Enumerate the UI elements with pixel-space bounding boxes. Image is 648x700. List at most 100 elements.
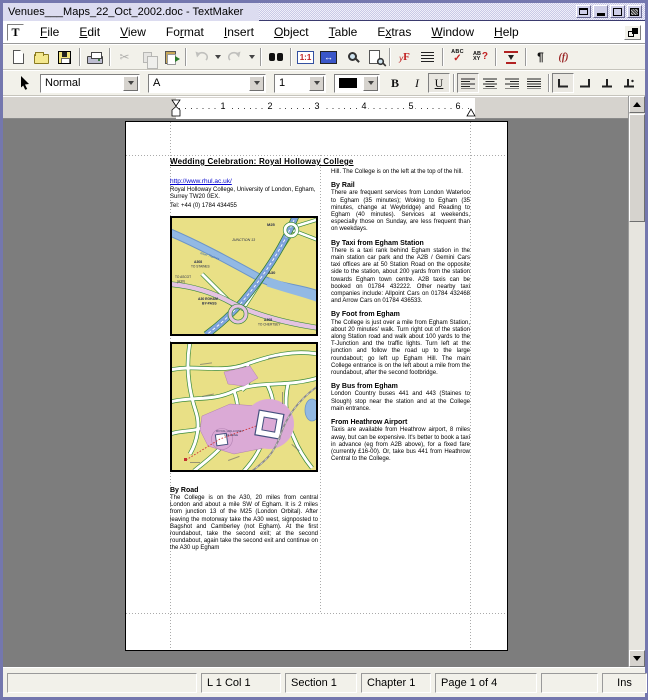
- print-preview-button[interactable]: [363, 46, 386, 68]
- font-dropdown-button[interactable]: [249, 76, 264, 91]
- shade-button[interactable]: [576, 5, 591, 18]
- redo-dropdown-button[interactable]: [246, 46, 257, 68]
- find-button[interactable]: [264, 46, 287, 68]
- paste-button[interactable]: [159, 46, 182, 68]
- status-insert-mode[interactable]: Ins: [602, 673, 647, 693]
- toolbar-separator: [495, 48, 496, 66]
- insert-field-button[interactable]: (f): [552, 46, 575, 68]
- left-indent-marker[interactable]: [172, 107, 180, 117]
- spell-check-button[interactable]: ABC✓: [446, 46, 469, 68]
- thesaurus-button[interactable]: ABXY?: [469, 46, 492, 68]
- menu-window[interactable]: Window: [421, 23, 484, 41]
- font-size-dropdown-button[interactable]: [309, 76, 324, 91]
- align-right-button[interactable]: [501, 73, 523, 93]
- title-bar[interactable]: Venues___Maps_22_Oct_2002.doc - TextMake…: [3, 3, 645, 21]
- decimal-tab-button[interactable]: [618, 73, 640, 93]
- rhul-link[interactable]: http://www.rhul.ac.uk/: [170, 178, 318, 185]
- close-button[interactable]: [627, 5, 642, 18]
- minimize-button[interactable]: [593, 5, 608, 18]
- new-document-button[interactable]: [7, 46, 30, 68]
- by-road-heading: By Road: [170, 487, 318, 494]
- magnifier-icon: [348, 52, 357, 61]
- right-indent-marker[interactable]: [467, 109, 475, 116]
- ruler-markers[interactable]: [3, 97, 628, 120]
- map-label: JUNCTION 13: [231, 238, 255, 242]
- menu-edit[interactable]: Edit: [69, 23, 110, 41]
- undo-dropdown-button[interactable]: [212, 46, 223, 68]
- align-center-button[interactable]: [479, 73, 501, 93]
- map-royal-holloway: ROYAL HOLLOWAY COLLEGE: [172, 344, 316, 470]
- vertical-scrollbar[interactable]: [628, 96, 645, 667]
- color-dropdown-button[interactable]: [363, 76, 378, 91]
- status-chapter[interactable]: Chapter 1: [361, 673, 431, 693]
- scrollbar-thumb[interactable]: [629, 114, 645, 222]
- formatting-marks-button[interactable]: ¶: [529, 46, 552, 68]
- status-page[interactable]: Page 1 of 4: [435, 673, 537, 693]
- window-title: Venues___Maps_22_Oct_2002.doc - TextMake…: [3, 3, 259, 21]
- heathrow-heading: From Heathrow Airport: [331, 419, 470, 426]
- zoom-button[interactable]: [340, 46, 363, 68]
- cut-button[interactable]: ✂: [113, 46, 136, 68]
- zoom-100-button[interactable]: 1:1: [294, 46, 317, 68]
- first-line-indent-marker[interactable]: [172, 100, 180, 106]
- underline-button[interactable]: U: [428, 73, 450, 93]
- toolbar-separator: [79, 48, 80, 66]
- left-tab-button[interactable]: [552, 73, 574, 93]
- print-button[interactable]: [83, 46, 106, 68]
- document-system-menu-button[interactable]: T: [7, 24, 24, 41]
- paragraph-format-button[interactable]: [416, 46, 439, 68]
- decimal-tab-icon: [623, 78, 635, 88]
- open-button[interactable]: [30, 46, 53, 68]
- bold-button[interactable]: B: [384, 73, 406, 93]
- redo-button[interactable]: [223, 46, 246, 68]
- column-guide: [320, 155, 321, 613]
- menu-format[interactable]: Format: [156, 23, 214, 41]
- restore-document-button[interactable]: [624, 25, 641, 40]
- font-size-select[interactable]: 1: [274, 74, 326, 93]
- doc-left-column: http://www.rhul.ac.uk/ Royal Holloway Co…: [170, 178, 318, 553]
- arrow-down-icon: [633, 656, 641, 661]
- justify-button[interactable]: [523, 73, 545, 93]
- close-icon: [630, 8, 639, 16]
- center-tab-button[interactable]: [596, 73, 618, 93]
- menu-extras[interactable]: Extras: [367, 23, 421, 41]
- menu-view[interactable]: View: [110, 23, 156, 41]
- pointer-arrow-icon: [18, 76, 31, 90]
- align-left-button[interactable]: [457, 73, 479, 93]
- right-tab-button[interactable]: [574, 73, 596, 93]
- scrollbar-track[interactable]: [629, 222, 645, 650]
- chevron-down-icon: [249, 55, 255, 59]
- map-label: A308: [194, 260, 202, 264]
- font-select[interactable]: A: [148, 74, 266, 93]
- status-line-col[interactable]: L 1 Col 1: [201, 673, 281, 693]
- menu-help[interactable]: Help: [484, 23, 529, 41]
- horizontal-ruler[interactable]: 1 2 3 4 5 6: [3, 96, 628, 119]
- scroll-down-button[interactable]: [629, 650, 645, 667]
- document-page[interactable]: Wedding Celebration: Royal Holloway Coll…: [125, 121, 508, 651]
- textmaker-doc-icon: T: [11, 25, 19, 40]
- font-size-value: 1: [279, 77, 309, 89]
- menu-file[interactable]: File: [30, 23, 69, 41]
- document-workspace[interactable]: Wedding Celebration: Royal Holloway Coll…: [3, 119, 628, 667]
- menu-table[interactable]: Table: [319, 23, 368, 41]
- college-phone: Tel: +44 (0) 1784 434455: [170, 203, 318, 210]
- scroll-up-button[interactable]: [629, 96, 645, 113]
- status-section[interactable]: Section 1: [285, 673, 357, 693]
- title-bar-buttons: [576, 5, 645, 18]
- map-label: COLLEGE: [224, 433, 238, 437]
- object-mode-button[interactable]: [13, 72, 36, 94]
- tabulator-button[interactable]: [499, 46, 522, 68]
- save-button[interactable]: [53, 46, 76, 68]
- undo-button[interactable]: [189, 46, 212, 68]
- font-color-select[interactable]: [334, 74, 380, 93]
- character-format-button[interactable]: yF: [393, 46, 416, 68]
- copy-button[interactable]: [136, 46, 159, 68]
- page-width-button[interactable]: ↔: [317, 46, 340, 68]
- style-select[interactable]: Normal: [40, 74, 140, 93]
- menu-object[interactable]: Object: [264, 23, 319, 41]
- style-dropdown-button[interactable]: [123, 76, 138, 91]
- maximize-button[interactable]: [610, 5, 625, 18]
- menu-insert[interactable]: Insert: [214, 23, 264, 41]
- intro-text: Hill. The College is on the left at the …: [331, 169, 470, 176]
- italic-button[interactable]: I: [406, 73, 428, 93]
